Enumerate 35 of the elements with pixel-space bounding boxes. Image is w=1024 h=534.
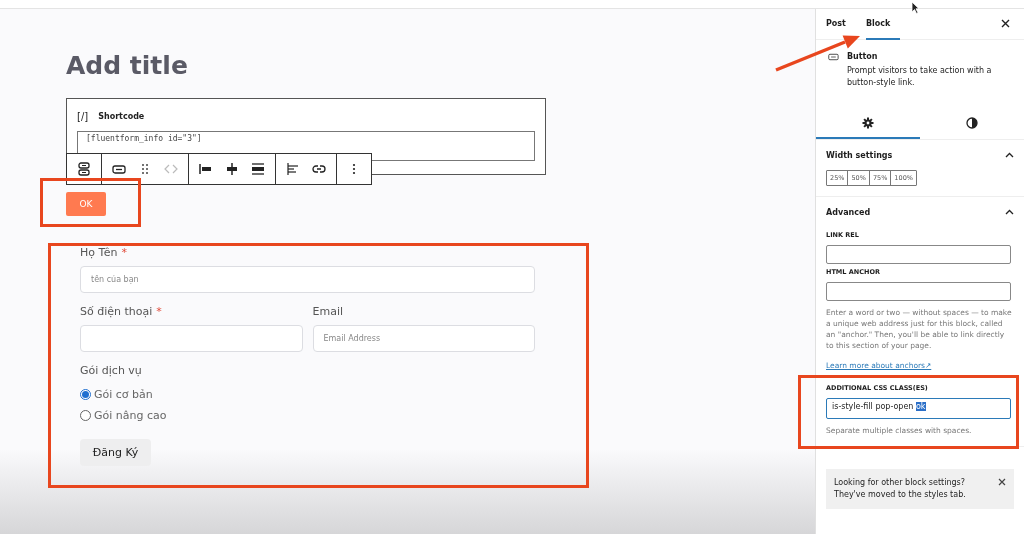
field-label: Họ Tên [80,246,118,259]
block-description: Prompt visitors to take action with a button-style link. [846,65,993,89]
block-name: Button [846,52,879,61]
field-label: Gói dịch vụ [80,364,142,377]
panel-header[interactable]: Advanced [826,197,1014,227]
chevron-up-icon[interactable] [1005,209,1014,215]
input-field[interactable]: is-style-fill pop-open ok [826,398,1011,419]
field-label: Email [312,305,344,318]
required-mark: * [121,246,127,259]
panel-header[interactable]: Width settings [826,140,1014,170]
required-mark: * [156,305,162,318]
radio-option[interactable]: Gói nâng cao [80,405,535,426]
submit-button[interactable]: Đăng Ký [80,439,151,466]
close-icon[interactable] [1001,18,1010,28]
sidebar-tab[interactable]: Block [865,8,901,40]
contrast-icon[interactable] [966,116,978,129]
radio-option[interactable]: Gói cơ bản [80,384,535,405]
block-label: Shortcode [98,112,145,121]
close-icon[interactable] [998,478,1006,486]
input-field[interactable] [826,282,1011,301]
button-block-icon [828,52,839,62]
shortcode-icon: [/] [77,111,89,122]
title-placeholder[interactable]: Add title [66,51,815,81]
settings-icon[interactable] [862,116,874,129]
sidebar-tab[interactable]: Post [826,8,854,40]
align-left-icon[interactable] [198,161,214,177]
notice-text: Looking for other block settings? They've moved to the styles tab. [834,477,967,501]
justify-left-icon[interactable] [285,161,301,177]
chevron-up-icon[interactable] [1005,152,1014,158]
align-center-icon[interactable] [224,161,240,177]
align-wide-icon[interactable] [250,161,266,177]
field-label: Số điện thoại [80,305,153,318]
parent-block-icon[interactable] [76,161,92,177]
selected-text: ok [915,402,926,411]
input-field[interactable] [826,245,1011,264]
